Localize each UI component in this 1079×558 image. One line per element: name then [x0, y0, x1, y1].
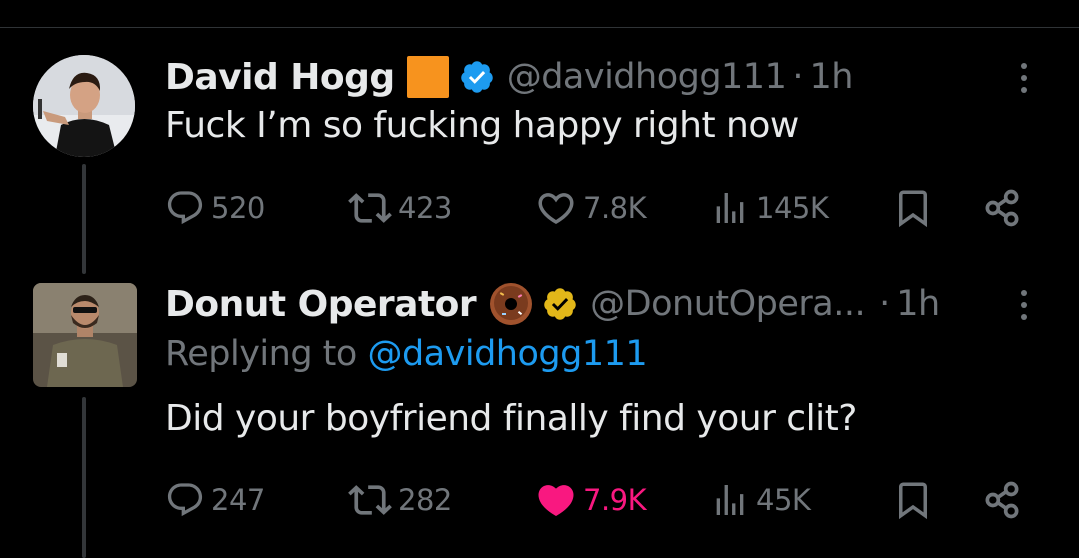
avatar[interactable] — [33, 55, 135, 157]
views-button[interactable]: 45K — [710, 475, 811, 525]
tweet-header: Donut Operator @DonutOpera... · 1h — [165, 279, 940, 329]
display-name[interactable]: David Hogg — [165, 57, 395, 98]
bookmark-button[interactable] — [892, 183, 934, 233]
donut-operator-avatar — [33, 283, 137, 387]
orange-square-emoji-icon — [405, 54, 451, 100]
david-hogg-avatar — [33, 55, 135, 157]
replying-label: Replying to — [165, 334, 357, 374]
replying-handle-link[interactable]: @davidhogg111 — [367, 334, 647, 374]
repost-button[interactable]: 423 — [348, 183, 452, 233]
donut-emoji-icon — [488, 281, 534, 327]
bookmark-icon — [899, 482, 927, 520]
views-chart-icon — [716, 193, 744, 223]
reply-count: 247 — [211, 483, 265, 517]
repost-count: 423 — [398, 191, 452, 225]
share-button[interactable] — [980, 475, 1024, 525]
views-count: 145K — [756, 191, 829, 225]
tweet-donut-operator[interactable]: Donut Operator @DonutOpera... · 1h Reply… — [0, 250, 1079, 558]
repost-icon — [348, 485, 392, 515]
more-options-button[interactable] — [1009, 280, 1039, 330]
timestamp[interactable]: 1h — [896, 284, 940, 324]
more-options-button[interactable] — [1009, 53, 1039, 103]
gold-verified-badge-icon[interactable] — [542, 286, 578, 322]
separator-dot: · — [879, 284, 891, 324]
like-count: 7.8K — [583, 191, 647, 225]
reply-icon — [167, 191, 203, 225]
reply-button[interactable]: 247 — [165, 475, 265, 525]
timestamp[interactable]: 1h — [809, 57, 853, 97]
heart-filled-icon — [538, 485, 574, 517]
views-count: 45K — [756, 483, 811, 517]
reply-button[interactable]: 520 — [165, 183, 265, 233]
bookmark-button[interactable] — [892, 475, 934, 525]
reply-icon — [167, 483, 203, 517]
tweet-actions: 520 423 7.8K 145K — [165, 183, 1045, 233]
replying-to: Replying to @davidhogg111 — [165, 334, 648, 374]
user-handle[interactable]: @davidhogg111 — [507, 57, 787, 97]
avatar[interactable] — [33, 283, 137, 387]
heart-icon — [538, 193, 574, 225]
like-count: 7.9K — [583, 483, 647, 517]
share-icon — [985, 481, 1019, 519]
repost-count: 282 — [398, 483, 452, 517]
user-handle[interactable]: @DonutOpera... — [590, 284, 865, 324]
like-button[interactable]: 7.8K — [535, 183, 647, 233]
display-name[interactable]: Donut Operator — [165, 284, 477, 325]
views-chart-icon — [716, 485, 744, 515]
dot-icon — [1021, 87, 1027, 93]
like-button[interactable]: 7.9K — [535, 475, 647, 525]
tweet-text: Fuck I’m so fucking happy right now — [165, 105, 799, 146]
views-button[interactable]: 145K — [710, 183, 829, 233]
blue-verified-badge-icon[interactable] — [459, 59, 495, 95]
dot-icon — [1021, 75, 1027, 81]
repost-icon — [348, 193, 392, 223]
tweet-actions: 247 282 7.9K 45K — [165, 475, 1045, 525]
dot-icon — [1021, 302, 1027, 308]
tweet-header: David Hogg @davidhogg111 · 1h — [165, 52, 853, 102]
bookmark-icon — [899, 190, 927, 228]
share-icon — [985, 189, 1019, 227]
separator-dot: · — [792, 57, 804, 97]
dot-icon — [1021, 314, 1027, 320]
tweet-david-hogg[interactable]: David Hogg @davidhogg111 · 1h Fuck I’m s… — [0, 25, 1079, 260]
reply-count: 520 — [211, 191, 265, 225]
dot-icon — [1021, 290, 1027, 296]
tweet-text: Did your boyfriend finally find your cli… — [165, 398, 857, 439]
share-button[interactable] — [980, 183, 1024, 233]
dot-icon — [1021, 63, 1027, 69]
repost-button[interactable]: 282 — [348, 475, 452, 525]
